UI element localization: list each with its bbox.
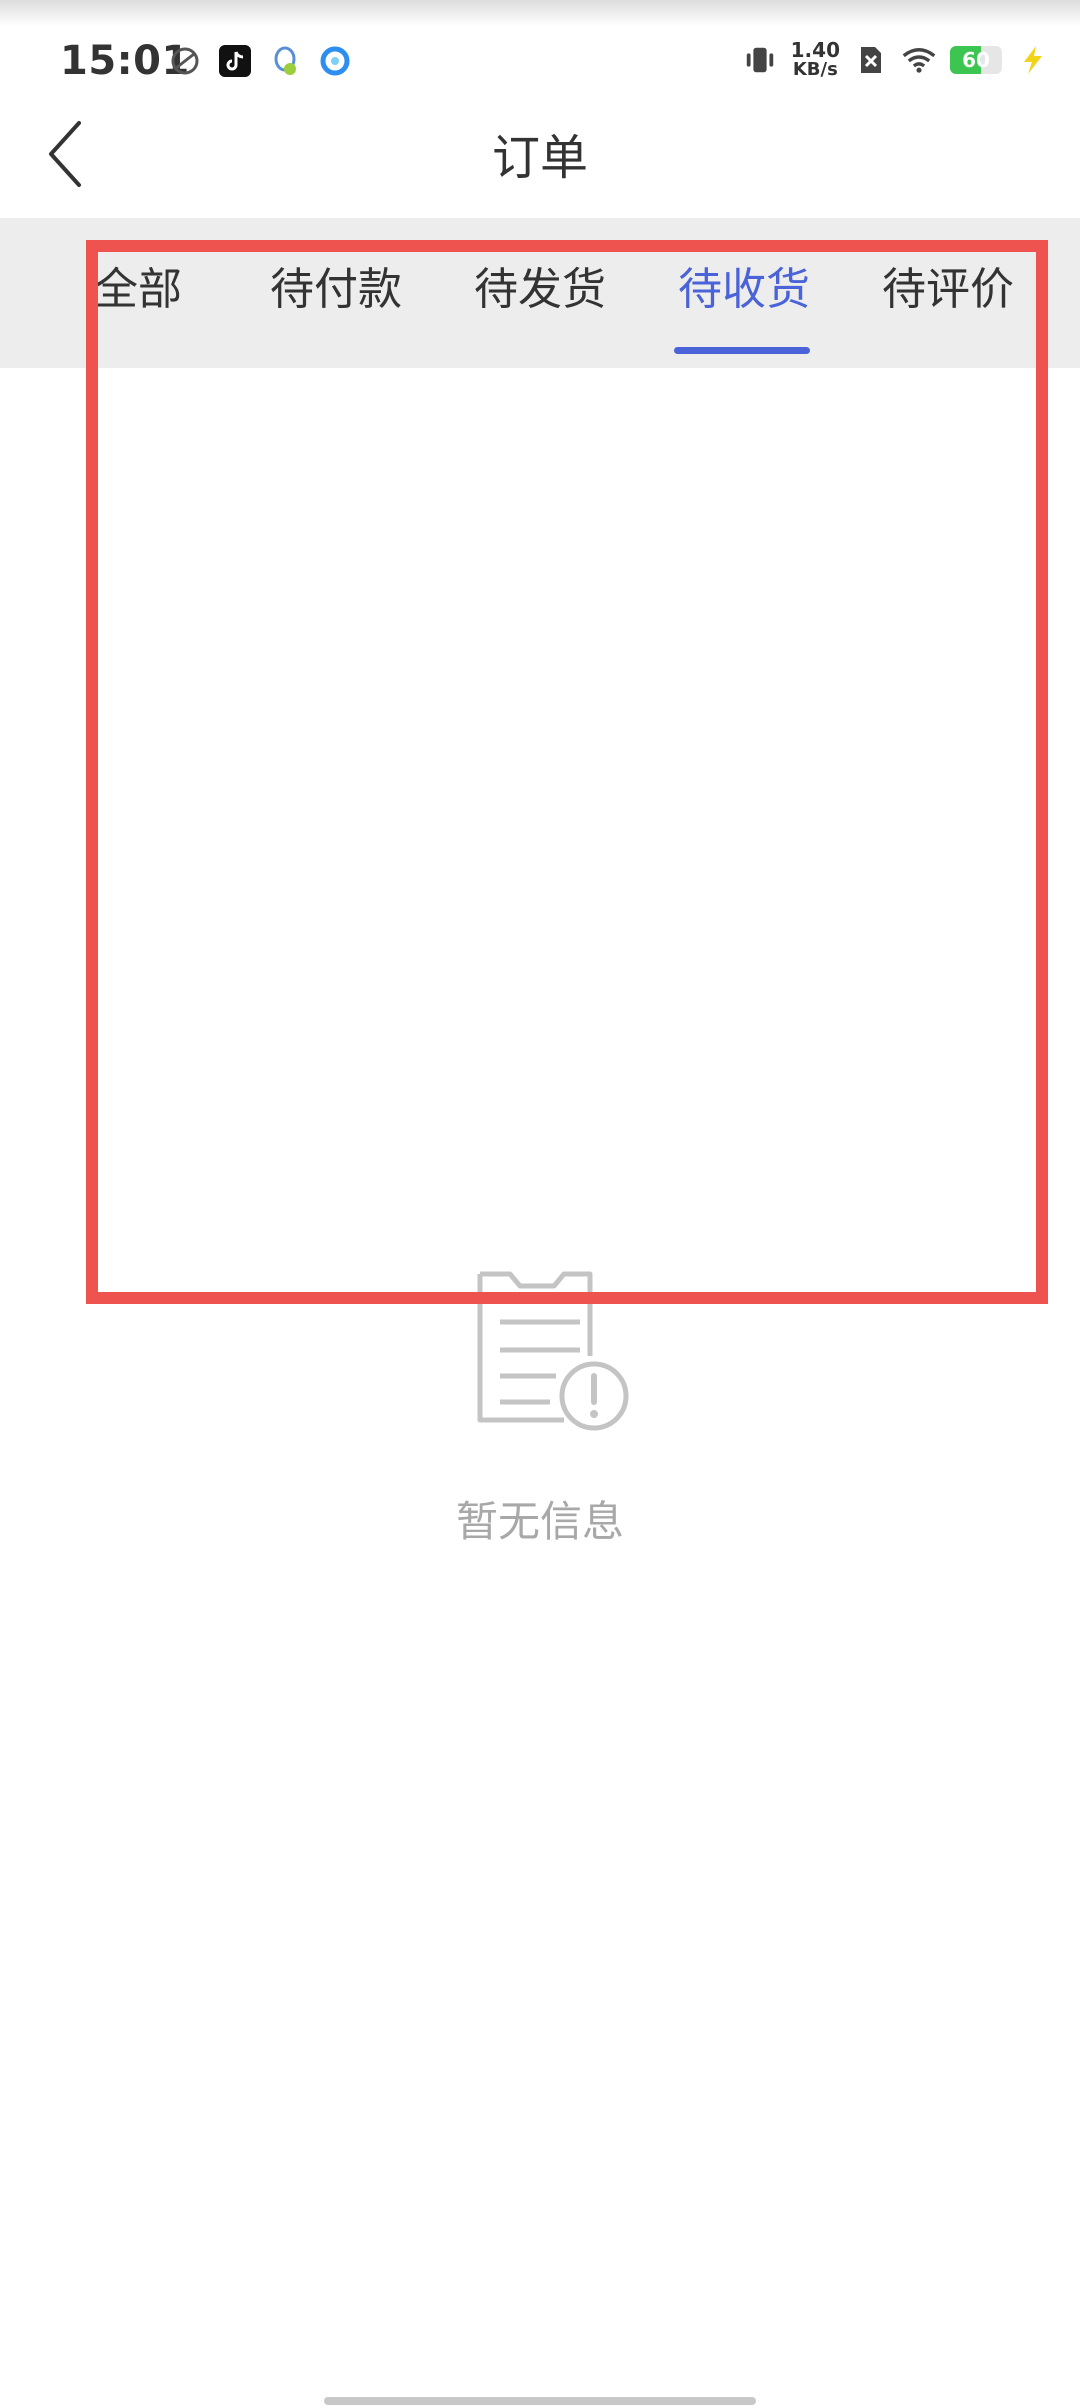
network-speed-value: 1.40 xyxy=(790,38,840,62)
clipboard-alert-icon xyxy=(470,1268,640,1438)
battery-level: 60 xyxy=(962,48,990,72)
active-tab-indicator xyxy=(674,347,810,354)
status-left-icons xyxy=(168,44,352,78)
sim-blocked-icon xyxy=(854,43,888,77)
app-notification-icon xyxy=(168,44,202,78)
page-title: 订单 xyxy=(491,130,588,186)
battery-icon: 60 xyxy=(950,46,1002,74)
empty-state-text: 暂无信息 xyxy=(455,1497,624,1546)
tab-pending-payment[interactable]: 待付款 xyxy=(270,260,402,320)
highlight-box xyxy=(86,240,1048,1304)
status-right-icons: 1.40 KB/s 60 xyxy=(743,40,1050,80)
vibrate-icon xyxy=(743,43,777,77)
status-bar: 15:01 1.40 KB/s 60 xyxy=(0,0,1080,110)
wifi-icon xyxy=(902,43,936,77)
tab-pending-shipment[interactable]: 待发货 xyxy=(474,260,606,320)
network-speed-unit: KB/s xyxy=(792,59,838,80)
status-bar-shadow xyxy=(0,0,1080,26)
tiktok-icon xyxy=(218,44,252,78)
tab-pending-review[interactable]: 待评价 xyxy=(882,260,1014,320)
nav-bar: 订单 xyxy=(0,110,1080,218)
qq-icon xyxy=(268,44,302,78)
tab-pending-receipt[interactable]: 待收货 xyxy=(678,260,810,320)
charging-icon xyxy=(1016,43,1050,77)
order-status-tabs: 全部 待付款 待发货 待收货 待评价 xyxy=(0,218,1080,368)
home-indicator[interactable] xyxy=(324,2397,756,2405)
browser-icon xyxy=(318,44,352,78)
tab-all[interactable]: 全部 xyxy=(94,260,182,320)
network-speed: 1.40 KB/s xyxy=(791,40,840,80)
